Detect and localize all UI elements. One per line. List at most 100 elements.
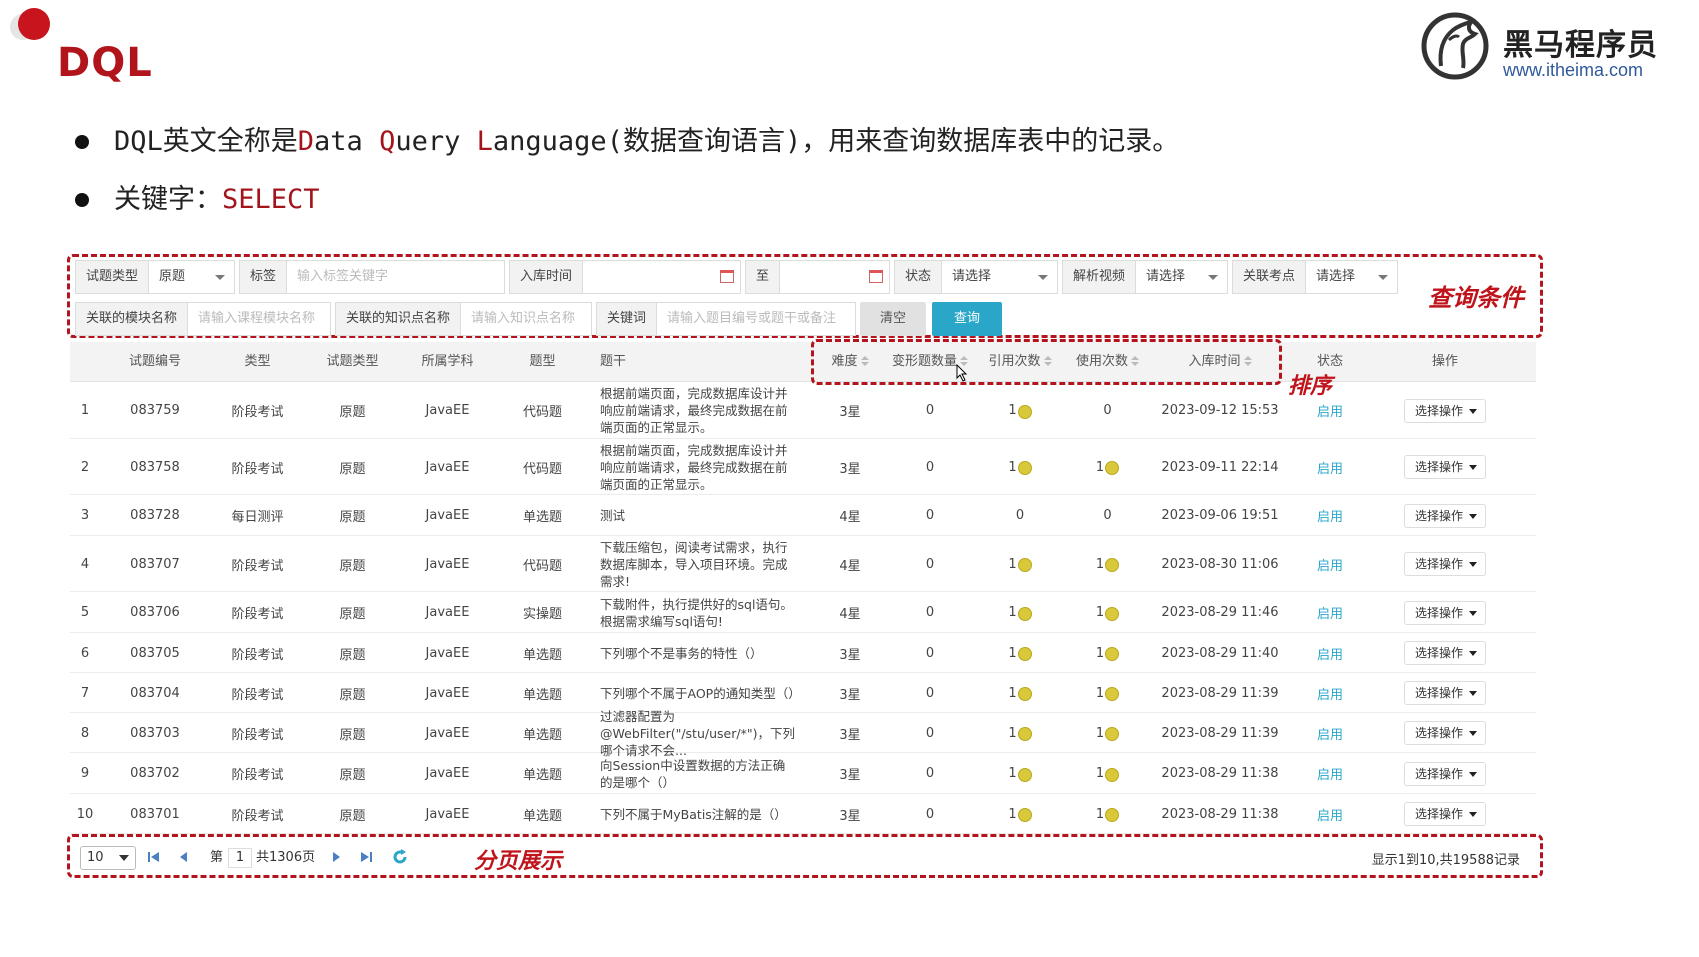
coin-icon[interactable]: [1017, 687, 1032, 701]
coin-icon[interactable]: [1105, 606, 1120, 621]
cell-op: 选择操作: [1390, 633, 1500, 673]
date-to-input[interactable]: [780, 261, 889, 293]
coin-icon[interactable]: [1017, 606, 1032, 621]
brand-url: www.itheima.com: [1503, 60, 1644, 80]
coin-icon[interactable]: [1017, 808, 1032, 822]
cell-n: 3: [80, 508, 90, 523]
cell-status[interactable]: 启用: [1290, 495, 1370, 536]
coin-icon[interactable]: [1017, 404, 1032, 419]
cell-status[interactable]: 启用: [1290, 794, 1370, 834]
coin-icon[interactable]: [1017, 647, 1032, 661]
cell-refs: 1: [975, 713, 1065, 753]
cell-status[interactable]: 启用: [1290, 439, 1370, 495]
cell-variants: 0: [925, 645, 935, 661]
current-page-input[interactable]: 1: [228, 848, 252, 868]
coin-icon[interactable]: [1017, 461, 1032, 475]
coin-icon[interactable]: [1105, 687, 1120, 701]
cell-subject: JavaEE: [425, 605, 470, 620]
cell-time: 2023-09-12 15:53: [1161, 403, 1279, 418]
total-pages: 共1306页: [256, 850, 316, 865]
tag-input[interactable]: 输入标签关键字: [287, 261, 504, 293]
coin-icon[interactable]: [1105, 727, 1120, 741]
prev-page-icon[interactable]: [176, 849, 192, 865]
coin-icon[interactable]: [1105, 647, 1120, 661]
cell-status[interactable]: 启用: [1290, 673, 1370, 713]
cell-type: 阶段考试: [231, 687, 284, 703]
table-row: 8 083703 阶段考试 原题 JavaEE 单选题 过滤器配置为@WebFilter("…: [70, 709, 1536, 758]
cell-variants: 0: [925, 556, 935, 572]
cell-qtype: 原题: [339, 647, 366, 663]
refresh-icon[interactable]: [392, 849, 408, 865]
coin-icon[interactable]: [1017, 727, 1032, 741]
operation-dropdown-button[interactable]: 选择操作: [1403, 455, 1486, 479]
cell-time: 2023-08-29 11:38: [1161, 806, 1279, 822]
cell-type: 阶段考试: [231, 405, 284, 420]
knowledge-input[interactable]: 请输入知识点名称: [461, 303, 591, 335]
cell-status[interactable]: 启用: [1290, 713, 1370, 753]
first-page-icon[interactable]: [146, 849, 162, 865]
pagination-summary: 显示1到10,共19588记录: [1371, 853, 1520, 868]
cell-variants: 0: [925, 403, 935, 418]
col-stem: 题干: [600, 354, 627, 369]
filter-status: 状态 请选择: [894, 260, 1058, 294]
cell-refs: 1: [975, 439, 1065, 495]
last-page-icon[interactable]: [358, 849, 374, 865]
calendar-icon[interactable]: [869, 270, 883, 283]
next-page-icon[interactable]: [328, 849, 344, 865]
cell-status[interactable]: 启用: [1290, 592, 1370, 633]
coin-icon[interactable]: [1017, 767, 1032, 782]
operation-dropdown-button[interactable]: 选择操作: [1403, 641, 1486, 665]
cell-qtype: 原题: [339, 808, 366, 824]
cell-difficulty: 3星: [839, 647, 861, 663]
video-select[interactable]: 请选择: [1136, 261, 1227, 293]
date-from-input[interactable]: [583, 261, 740, 293]
cell-n: 10: [76, 806, 94, 822]
cell-uses: 1: [1065, 794, 1150, 834]
cell-difficulty: 3星: [839, 687, 861, 703]
cell-subject: JavaEE: [425, 766, 470, 781]
query-button[interactable]: 查询: [932, 302, 1002, 336]
coin-icon[interactable]: [1105, 808, 1120, 822]
cell-id: 083701: [130, 806, 180, 822]
question-type-select[interactable]: 原题: [149, 261, 234, 293]
coin-icon[interactable]: [1105, 461, 1120, 475]
cell-uses: 0: [1103, 508, 1112, 523]
filter-knowledge: 关联的知识点名称 请输入知识点名称: [335, 302, 592, 336]
operation-dropdown-button[interactable]: 选择操作: [1403, 721, 1486, 745]
cell-refs: 1: [975, 753, 1065, 794]
module-input[interactable]: 请输入课程模块名称: [188, 303, 330, 335]
cell-status[interactable]: 启用: [1290, 536, 1370, 592]
cell-subject: JavaEE: [425, 508, 470, 523]
operation-dropdown-button[interactable]: 选择操作: [1403, 681, 1486, 705]
operation-dropdown-button[interactable]: 选择操作: [1403, 802, 1486, 826]
cell-id: 083704: [130, 685, 180, 701]
coin-icon[interactable]: [1105, 558, 1120, 572]
keyword-input[interactable]: 请输入题目编号或题干或备注: [657, 303, 855, 335]
clear-button[interactable]: 清空: [860, 302, 926, 336]
operation-dropdown-button[interactable]: 选择操作: [1403, 600, 1486, 625]
table-row: 6 083705 阶段考试 原题 JavaEE 单选题 下列哪个不是事务的特性（） 3星 0 1 1…: [70, 633, 1536, 673]
operation-dropdown-button[interactable]: 选择操作: [1403, 552, 1486, 576]
cell-difficulty: 4星: [839, 558, 861, 574]
cell-form: 单选题: [522, 808, 562, 824]
operation-dropdown-button[interactable]: 选择操作: [1403, 503, 1486, 528]
cell-qtype: 原题: [339, 607, 366, 622]
status-select[interactable]: 请选择: [942, 261, 1057, 293]
cell-n: 5: [80, 605, 90, 620]
operation-dropdown-button[interactable]: 选择操作: [1403, 398, 1486, 423]
coin-icon[interactable]: [1105, 767, 1120, 782]
filter-knowledge-point: 关联考点 请选择: [1232, 260, 1398, 294]
cell-form: 单选题: [522, 510, 562, 525]
cell-id: 083702: [130, 766, 180, 781]
cell-status[interactable]: 启用: [1290, 753, 1370, 794]
coin-icon[interactable]: [1017, 558, 1032, 572]
cell-variants: 0: [925, 685, 935, 701]
cell-status[interactable]: 启用: [1290, 633, 1370, 673]
operation-dropdown-button[interactable]: 选择操作: [1403, 761, 1486, 786]
calendar-icon[interactable]: [720, 270, 734, 283]
table-row: 4 083707 阶段考试 原题 JavaEE 代码题 下载压缩包，阅读考试需求，执行数据库…: [70, 536, 1536, 592]
page-size-select[interactable]: 10: [80, 846, 136, 870]
cell-n: 9: [80, 766, 90, 781]
table-row: 9 083702 阶段考试 原题 JavaEE 单选题 向Session中设置数据的方法正确…: [70, 753, 1536, 794]
knowledge-point-select[interactable]: 请选择: [1306, 261, 1397, 293]
